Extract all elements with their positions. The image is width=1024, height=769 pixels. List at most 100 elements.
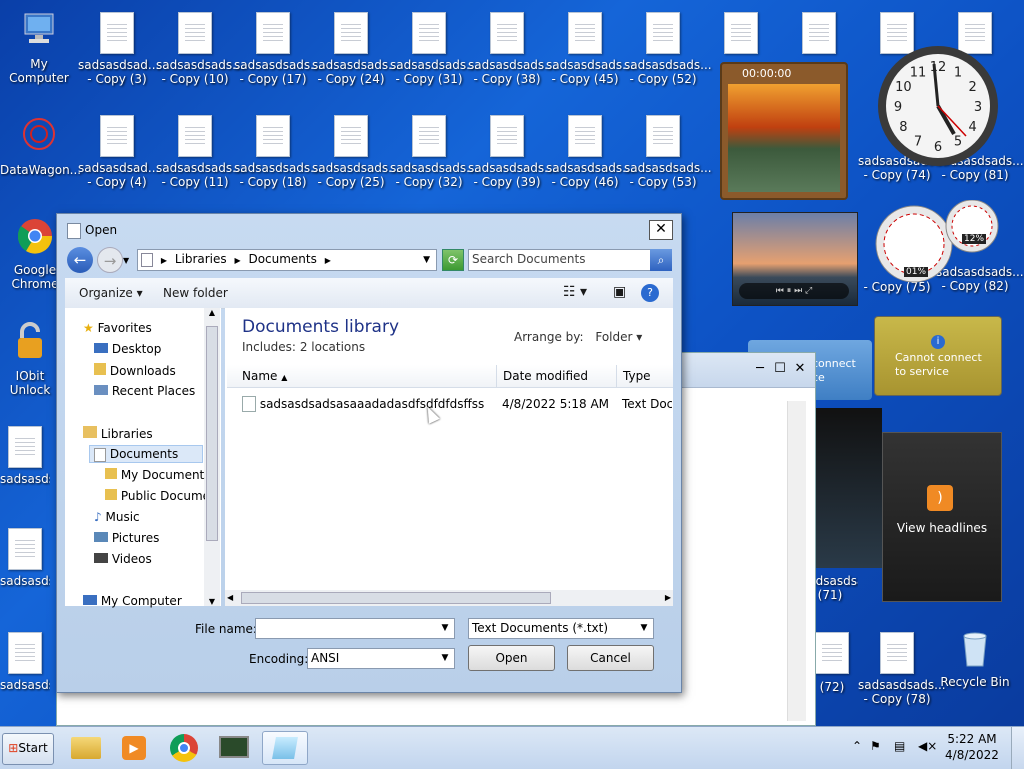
puzzle-gadget[interactable]: 00:00:00	[720, 62, 848, 200]
column-divider[interactable]	[616, 365, 617, 387]
scroll-up-icon[interactable]: ▲	[204, 308, 220, 317]
breadcrumb-separator-icon[interactable]: ▶	[325, 256, 331, 265]
scroll-right-icon[interactable]: ▶	[665, 590, 671, 606]
open-button[interactable]: Open	[468, 645, 555, 671]
desktop-icon-doc[interactable]	[702, 12, 780, 58]
desktop-icon-doc[interactable]: sadsasdsads... - Copy (17)	[234, 12, 322, 86]
file-type-dropdown-icon[interactable]: ▼	[637, 619, 651, 638]
maximize-button[interactable]: ☐	[771, 361, 789, 377]
file-name-input[interactable]: ▼	[255, 618, 455, 639]
desktop-icon-doc[interactable]: sadsasdsads... - Copy (46)	[546, 115, 634, 189]
desktop-icon-doc[interactable]: sadsasdsads... - Copy (24)	[312, 12, 400, 86]
preview-pane-button[interactable]: ▣	[613, 284, 626, 300]
desktop-icon-my-computer[interactable]: My Computer	[0, 10, 78, 85]
search-input[interactable]: Search Documents	[468, 249, 672, 271]
nav-desktop[interactable]: Desktop	[94, 342, 161, 356]
desktop-icon-doc[interactable]: sadsasdsads... - Copy (52)	[624, 12, 712, 86]
address-bar[interactable]: ▶ Libraries ▶ Documents ▶ ▼	[137, 249, 437, 271]
desktop-icon-doc[interactable]: sadsasdsads... - Copy (10)	[156, 12, 244, 86]
desktop-icon-doc[interactable]: sadsasdsad... - Copy (3)	[78, 12, 159, 86]
nav-music[interactable]: ♪ Music	[94, 510, 140, 524]
encoding-dropdown-icon[interactable]: ▼	[438, 649, 452, 668]
desktop-icon-doc[interactable]: sadsasdsads... - Copy (39)	[468, 115, 556, 189]
cancel-button[interactable]: Cancel	[567, 645, 654, 671]
column-name[interactable]: Name ▲	[242, 369, 492, 383]
close-button[interactable]: ✕	[649, 220, 673, 240]
scroll-left-icon[interactable]: ◀	[227, 590, 233, 606]
taskbar-media-player[interactable]: ▶	[112, 731, 156, 765]
column-date-modified[interactable]: Date modified	[503, 369, 588, 383]
breadcrumb-documents[interactable]: Documents	[248, 252, 316, 266]
history-dropdown[interactable]: ▼	[123, 256, 129, 265]
feed-headlines-link[interactable]: View headlines	[883, 521, 1001, 535]
weather-gadget[interactable]: i Cannot connect to service	[874, 316, 1002, 396]
file-type-select[interactable]: Text Documents (*.txt) ▼	[468, 618, 654, 639]
desktop-icon-doc-left[interactable]: sadsasds	[0, 426, 50, 486]
column-type[interactable]: Type	[623, 369, 651, 383]
back-button[interactable]: ←	[67, 247, 93, 273]
desktop-icon-doc[interactable]: sadsasdsads... - Copy (31)	[390, 12, 478, 86]
scroll-down-icon[interactable]: ▼	[204, 597, 220, 606]
horizontal-scrollbar[interactable]: ◀ ▶	[225, 590, 673, 606]
desktop-icon-doc[interactable]: sadsasdsads... - Copy (45)	[546, 12, 634, 86]
scroll-thumb[interactable]	[241, 592, 551, 604]
taskbar-task-manager[interactable]	[212, 731, 256, 765]
column-divider[interactable]	[496, 365, 497, 387]
taskbar-notepad[interactable]	[262, 731, 308, 765]
desktop-icon-doc[interactable]: sadsasdsads... - Copy (53)	[624, 115, 712, 189]
refresh-button[interactable]: ⟳	[442, 249, 464, 271]
desktop-icon-doc-left-3[interactable]: sadsasds	[0, 632, 50, 692]
nav-recent-places[interactable]: Recent Places	[94, 384, 195, 398]
nav-libraries[interactable]: Libraries	[83, 426, 153, 441]
volume-icon[interactable]: ◀×	[918, 739, 937, 753]
file-name-dropdown-icon[interactable]: ▼	[438, 619, 452, 638]
nav-my-documents[interactable]: My Documents	[105, 468, 205, 482]
view-options-button[interactable]: ☷ ▾	[563, 284, 587, 300]
slideshow-gadget[interactable]: ⏮ ⏸ ⏭ ⤢	[732, 212, 858, 306]
nav-documents[interactable]: Documents	[89, 445, 203, 463]
desktop-icon-doc[interactable]	[780, 12, 858, 58]
notepad-scrollbar[interactable]	[787, 401, 806, 721]
taskbar-chrome[interactable]	[162, 731, 206, 765]
nav-pictures[interactable]: Pictures	[94, 531, 159, 545]
clock[interactable]: 5:22 AM 4/8/2022	[942, 731, 1002, 763]
address-dropdown-icon[interactable]: ▼	[423, 250, 430, 270]
show-desktop-button[interactable]	[1011, 727, 1024, 769]
nav-downloads[interactable]: Downloads	[94, 363, 176, 378]
taskbar-explorer[interactable]	[64, 731, 108, 765]
desktop-icon-doc[interactable]: sadsasdsads... - Copy (18)	[234, 115, 322, 189]
desktop-icon-doc[interactable]: sadsasdsads... - Copy (32)	[390, 115, 478, 189]
close-button[interactable]: ✕	[791, 361, 809, 377]
breadcrumb-separator-icon[interactable]: ▶	[234, 256, 240, 265]
desktop-icon-datawagon[interactable]: DataWagon...	[0, 116, 81, 177]
puzzle-board[interactable]	[728, 84, 840, 192]
library-locations-link[interactable]: 2 locations	[300, 340, 365, 354]
desktop-icon-doc[interactable]: sadsasdsad... - Copy (4)	[78, 115, 159, 189]
nav-my-computer[interactable]: My Computer	[83, 594, 182, 608]
flag-icon[interactable]: ⚑	[870, 739, 881, 753]
forward-button[interactable]: →	[97, 247, 123, 273]
encoding-select[interactable]: ANSI ▼	[307, 648, 455, 669]
start-button[interactable]: ⊞Start	[2, 733, 54, 765]
new-folder-button[interactable]: New folder	[163, 286, 228, 300]
arrange-by-dropdown[interactable]: Folder ▾	[595, 330, 642, 344]
show-hidden-icons[interactable]: ⌃	[852, 739, 862, 753]
slideshow-controls[interactable]: ⏮ ⏸ ⏭ ⤢	[739, 283, 849, 299]
desktop-icon-recycle-bin[interactable]: Recycle Bin	[936, 628, 1014, 689]
search-icon[interactable]: ⌕	[650, 249, 672, 271]
minimize-button[interactable]: ─	[751, 361, 769, 377]
help-icon[interactable]: ?	[641, 284, 659, 302]
network-icon[interactable]: ▤	[894, 739, 905, 753]
desktop-icon-doc[interactable]: sadsasdsads... - Copy (38)	[468, 12, 556, 86]
desktop-icon-doc[interactable]: sadsasdsads... - Copy (78)	[858, 632, 946, 706]
desktop-icon-doc[interactable]: sadsasdsads... - Copy (11)	[156, 115, 244, 189]
feed-gadget[interactable]: ) View headlines	[882, 432, 1002, 602]
nav-public-documents[interactable]: Public Docume	[105, 489, 205, 503]
nav-favorites[interactable]: ★ Favorites	[83, 321, 152, 335]
breadcrumb-libraries[interactable]: Libraries	[175, 252, 227, 266]
organize-button[interactable]: Organize ▾	[79, 286, 143, 300]
desktop-icon-iobit[interactable]: IObit Unlock	[0, 322, 60, 397]
file-row[interactable]: sadsasdsadsasaaadadasdfsdfdfdsffssfdsf..…	[242, 396, 672, 414]
scroll-thumb[interactable]	[206, 326, 218, 541]
desktop-icon-doc-left-2[interactable]: sadsasds	[0, 528, 50, 588]
